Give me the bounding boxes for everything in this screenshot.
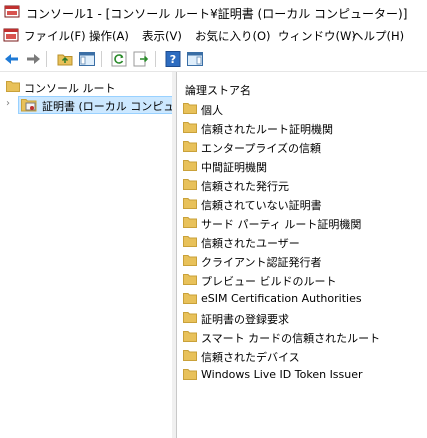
window-title: コンソール1 - [コンソール ルート¥証明書 (ローカル コンピューター)] <box>26 7 408 21</box>
list-item-label: スマート カードの信頼されたルート <box>201 332 381 345</box>
list-item[interactable]: 信頼された発行元 <box>183 176 423 194</box>
list-item-label: 信頼されたデバイス <box>201 351 300 364</box>
list-item[interactable]: クライアント認証発行者 <box>183 252 423 270</box>
folder-icon <box>183 255 197 266</box>
menu-help[interactable]: ヘルプ(H) <box>352 28 404 44</box>
toolbar: ? <box>0 47 427 72</box>
folder-icon <box>6 81 20 92</box>
certificate-snapin-icon <box>21 99 37 112</box>
list-item[interactable]: サード パーティ ルート証明機関 <box>183 214 423 232</box>
list-item[interactable]: 個人 <box>183 100 423 118</box>
back-arrow-icon[interactable] <box>3 50 21 68</box>
list-item-label: 信頼されていない証明書 <box>201 199 322 212</box>
list-item-label: 信頼されたルート証明機関 <box>201 123 333 136</box>
folder-icon <box>183 312 197 323</box>
folder-icon <box>183 369 197 380</box>
list-item[interactable]: エンタープライズの信頼 <box>183 138 423 156</box>
svg-text:?: ? <box>170 53 176 66</box>
list-item-label: サード パーティ ルート証明機関 <box>201 218 362 231</box>
up-one-level-icon[interactable] <box>56 50 74 68</box>
folder-icon <box>183 217 197 228</box>
tree-label: コンソール ルート <box>24 82 116 95</box>
list-item[interactable]: スマート カードの信頼されたルート <box>183 328 423 346</box>
list-item-label: 信頼されたユーザー <box>201 237 300 250</box>
folder-icon <box>183 179 197 190</box>
list-item-label: Windows Live ID Token Issuer <box>201 368 363 381</box>
list-item[interactable]: eSIM Certification Authorities <box>183 290 423 308</box>
list-item[interactable]: 信頼されたユーザー <box>183 233 423 251</box>
chevron-right-icon[interactable]: › <box>6 98 10 109</box>
show-hide-action-pane-icon[interactable] <box>186 50 204 68</box>
folder-icon <box>183 160 197 171</box>
list-item-label: eSIM Certification Authorities <box>201 292 362 305</box>
list-item-label: 証明書の登録要求 <box>201 313 289 326</box>
toolbar-separator <box>101 51 102 67</box>
show-hide-console-tree-icon[interactable] <box>78 50 96 68</box>
mmc-app-icon <box>4 5 20 18</box>
folder-icon <box>183 103 197 114</box>
toolbar-separator <box>155 51 156 67</box>
list-item-label: エンタープライズの信頼 <box>201 142 322 155</box>
export-list-icon[interactable] <box>132 50 150 68</box>
list-item[interactable]: プレビュー ビルドのルート <box>183 271 423 289</box>
folder-icon <box>183 198 197 209</box>
menu-action[interactable]: 操作(A) <box>89 28 129 44</box>
menu-file[interactable]: ファイル(F) <box>24 28 86 44</box>
list-item-label: 中間証明機関 <box>201 161 267 174</box>
folder-icon <box>183 350 197 361</box>
menu-favorites[interactable]: お気に入り(O) <box>195 28 271 44</box>
list-item-label: プレビュー ビルドのルート <box>201 275 337 288</box>
list-item[interactable]: 中間証明機関 <box>183 157 423 175</box>
folder-icon <box>183 236 197 247</box>
list-item-label: 信頼された発行元 <box>201 180 289 193</box>
folder-icon <box>183 293 197 304</box>
list-item-label: 個人 <box>201 104 223 117</box>
list-item[interactable]: Windows Live ID Token Issuer <box>183 366 423 384</box>
list-item[interactable]: 信頼されていない証明書 <box>183 195 423 213</box>
folder-icon <box>183 122 197 133</box>
menu-view[interactable]: 表示(V) <box>142 28 182 44</box>
list-item-label: クライアント認証発行者 <box>201 256 322 269</box>
folder-icon <box>183 331 197 342</box>
column-header-logical-store-name[interactable]: 論理ストア名 <box>185 82 251 98</box>
help-icon[interactable]: ? <box>164 50 182 68</box>
menu-window[interactable]: ウィンドウ(W) <box>278 28 356 44</box>
result-list-pane: 論理ストア名 個人 信頼されたルート証明機関 エンタープライズの信頼 中間証明機… <box>177 72 427 438</box>
toolbar-separator <box>46 51 47 67</box>
tree-item-certificates[interactable]: › 証明書 (ローカル コンピュータ <box>2 96 196 114</box>
refresh-icon[interactable] <box>110 50 128 68</box>
console-tree-pane: コンソール ルート › 証明書 (ローカル コンピュータ <box>0 72 196 438</box>
list-item[interactable]: 信頼されたルート証明機関 <box>183 119 423 137</box>
folder-icon <box>183 141 197 152</box>
list-item[interactable]: 証明書の登録要求 <box>183 309 423 327</box>
folder-icon <box>183 274 197 285</box>
list-item[interactable]: 信頼されたデバイス <box>183 347 423 365</box>
title-bar: コンソール1 - [コンソール ルート¥証明書 (ローカル コンピューター)] <box>0 0 427 24</box>
tree-item-console-root[interactable]: コンソール ルート <box>6 78 166 96</box>
forward-arrow-icon[interactable] <box>24 50 42 68</box>
console-document-icon[interactable] <box>3 28 19 42</box>
menu-bar: ファイル(F) 操作(A) 表示(V) お気に入り(O) ウィンドウ(W) ヘル… <box>0 24 427 46</box>
